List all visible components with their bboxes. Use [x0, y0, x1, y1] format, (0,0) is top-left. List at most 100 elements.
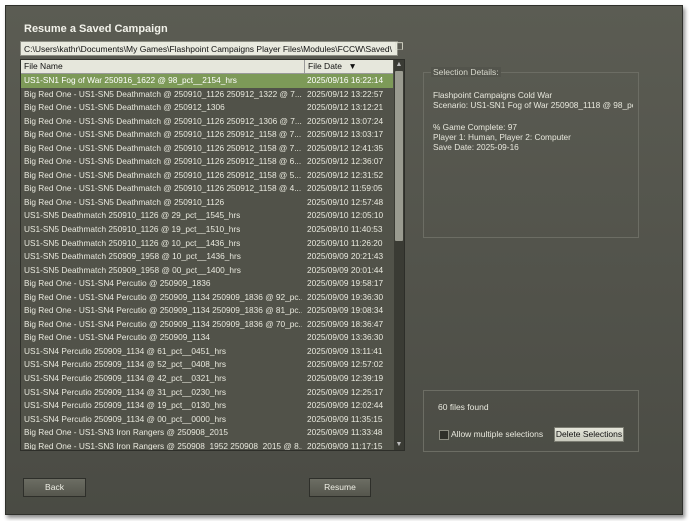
row-file-name: US1-SN4 Percutio 250909_1134 @ 61_pct__0… — [24, 345, 227, 356]
scroll-up-icon[interactable]: ▲ — [394, 60, 404, 70]
row-file-date: 2025/09/09 19:36:30 — [307, 291, 384, 302]
table-row[interactable]: Big Red One - US1-SN5 Deathmatch @ 25091… — [21, 142, 393, 156]
saved-files-list[interactable]: File Name File Date ▼ US1-SN1 Fog of War… — [20, 59, 405, 451]
selection-detail-line: Flashpoint Campaigns Cold War — [433, 90, 553, 100]
table-row[interactable]: US1-SN4 Percutio 250909_1134 @ 61_pct__0… — [21, 345, 393, 359]
row-file-date: 2025/09/09 12:39:19 — [307, 373, 384, 384]
row-file-name: Big Red One - US1-SN3 Iron Rangers @ 250… — [24, 427, 228, 438]
row-file-date: 2025/09/12 12:41:35 — [307, 142, 384, 153]
table-row[interactable]: US1-SN5 Deathmatch 250909_1958 @ 00_pct_… — [21, 264, 393, 278]
table-row[interactable]: US1-SN1 Fog of War 250916_1622 @ 98_pct_… — [21, 74, 393, 88]
row-file-name: Big Red One - US1-SN5 Deathmatch @ 25091… — [24, 102, 225, 113]
table-row[interactable]: Big Red One - US1-SN4 Percutio @ 250909_… — [21, 318, 393, 332]
row-file-name: Big Red One - US1-SN5 Deathmatch @ 25091… — [24, 142, 302, 153]
row-file-date: 2025/09/09 19:58:17 — [307, 278, 384, 289]
files-found-panel — [423, 390, 639, 452]
row-file-name: Big Red One - US1-SN5 Deathmatch @ 25091… — [24, 156, 302, 167]
table-row[interactable]: US1-SN5 Deathmatch 250910_1126 @ 19_pct_… — [21, 223, 393, 237]
row-file-date: 2025/09/12 12:31:52 — [307, 169, 384, 180]
row-file-name: Big Red One - US1-SN4 Percutio @ 250909_… — [24, 278, 211, 289]
row-file-date: 2025/09/16 16:22:14 — [307, 75, 384, 85]
row-file-name: US1-SN5 Deathmatch 250909_1958 @ 10_pct_… — [24, 251, 241, 262]
delete-selections-button[interactable]: Delete Selections — [554, 427, 624, 442]
selection-detail-line: Player 1: Human, Player 2: Computer — [433, 132, 571, 142]
list-scrollbar[interactable]: ▲ ▼ — [394, 60, 404, 450]
row-file-name: Big Red One - US1-SN3 Iron Rangers @ 250… — [24, 440, 302, 451]
selection-detail-line: Save Date: 2025-09-16 — [433, 142, 519, 152]
row-file-name: US1-SN5 Deathmatch 250910_1126 @ 10_pct_… — [24, 237, 241, 248]
row-file-name: US1-SN5 Deathmatch 250910_1126 @ 19_pct_… — [24, 224, 241, 235]
table-row[interactable]: US1-SN4 Percutio 250909_1134 @ 00_pct__0… — [21, 413, 393, 427]
row-file-name: Big Red One - US1-SN4 Percutio @ 250909_… — [24, 305, 302, 316]
row-file-date: 2025/09/12 13:03:17 — [307, 129, 384, 140]
allow-multiple-label[interactable]: Allow multiple selections — [451, 429, 543, 439]
row-file-name: US1-SN4 Percutio 250909_1134 @ 52_pct__0… — [24, 359, 227, 370]
sort-down-icon: ▼ — [348, 61, 357, 71]
row-file-date: 2025/09/09 20:21:43 — [307, 251, 384, 262]
scroll-down-icon[interactable]: ▼ — [394, 440, 404, 450]
table-row[interactable]: Big Red One - US1-SN5 Deathmatch @ 25091… — [21, 182, 393, 196]
list-rows: US1-SN1 Fog of War 250916_1622 @ 98_pct_… — [21, 74, 393, 451]
row-file-name: Big Red One - US1-SN5 Deathmatch @ 25091… — [24, 169, 302, 180]
header-divider — [304, 60, 305, 73]
table-row[interactable]: US1-SN4 Percutio 250909_1134 @ 31_pct__0… — [21, 386, 393, 400]
table-row[interactable]: Big Red One - US1-SN5 Deathmatch @ 25091… — [21, 115, 393, 129]
table-row[interactable]: Big Red One - US1-SN4 Percutio @ 250909_… — [21, 291, 393, 305]
back-button[interactable]: Back — [23, 478, 86, 497]
table-row[interactable]: US1-SN5 Deathmatch 250909_1958 @ 10_pct_… — [21, 250, 393, 264]
row-file-name: Big Red One - US1-SN5 Deathmatch @ 25091… — [24, 196, 225, 207]
row-file-date: 2025/09/09 19:08:34 — [307, 305, 384, 316]
folder-icon[interactable]: ❐ — [393, 41, 405, 55]
table-row[interactable]: Big Red One - US1-SN5 Deathmatch @ 25091… — [21, 101, 393, 115]
header-file-date[interactable]: File Date ▼ — [308, 61, 357, 71]
row-file-name: US1-SN4 Percutio 250909_1134 @ 42_pct__0… — [24, 373, 227, 384]
table-row[interactable]: Big Red One - US1-SN4 Percutio @ 250909_… — [21, 304, 393, 318]
scroll-thumb[interactable] — [395, 71, 403, 241]
row-file-name: US1-SN5 Deathmatch 250909_1958 @ 00_pct_… — [24, 264, 241, 275]
row-file-date: 2025/09/10 11:26:20 — [307, 237, 383, 248]
row-file-date: 2025/09/12 13:22:57 — [307, 88, 384, 99]
row-file-date: 2025/09/09 18:36:47 — [307, 318, 384, 329]
row-file-date: 2025/09/09 12:02:44 — [307, 400, 384, 411]
files-found-count: 60 files found — [438, 402, 489, 412]
row-file-name: US1-SN1 Fog of War 250916_1622 @ 98_pct_… — [24, 75, 237, 85]
table-row[interactable]: Big Red One - US1-SN5 Deathmatch @ 25091… — [21, 88, 393, 102]
table-row[interactable]: Big Red One - US1-SN3 Iron Rangers @ 250… — [21, 426, 393, 440]
table-row[interactable]: Big Red One - US1-SN3 Iron Rangers @ 250… — [21, 440, 393, 451]
resume-button[interactable]: Resume — [309, 478, 371, 497]
row-file-date: 2025/09/09 13:11:41 — [307, 345, 383, 356]
folder-path-field[interactable]: C:\Users\kathr\Documents\My Games\Flashp… — [20, 41, 398, 56]
table-row[interactable]: Big Red One - US1-SN5 Deathmatch @ 25091… — [21, 169, 393, 183]
dialog-title: Resume a Saved Campaign — [24, 23, 168, 35]
row-file-name: Big Red One - US1-SN5 Deathmatch @ 25091… — [24, 115, 302, 126]
table-row[interactable]: Big Red One - US1-SN5 Deathmatch @ 25091… — [21, 196, 393, 210]
row-file-name: US1-SN5 Deathmatch 250910_1126 @ 29_pct_… — [24, 210, 241, 221]
table-row[interactable]: US1-SN5 Deathmatch 250910_1126 @ 29_pct_… — [21, 209, 393, 223]
row-file-date: 2025/09/12 11:59:05 — [307, 183, 383, 194]
row-file-date: 2025/09/12 13:07:24 — [307, 115, 384, 126]
table-row[interactable]: Big Red One - US1-SN5 Deathmatch @ 25091… — [21, 128, 393, 142]
allow-multiple-checkbox[interactable] — [439, 430, 449, 440]
table-row[interactable]: Big Red One - US1-SN5 Deathmatch @ 25091… — [21, 155, 393, 169]
table-row[interactable]: Big Red One - US1-SN4 Percutio @ 250909_… — [21, 331, 393, 345]
row-file-name: Big Red One - US1-SN5 Deathmatch @ 25091… — [24, 88, 302, 99]
row-file-date: 2025/09/10 12:57:48 — [307, 196, 384, 207]
row-file-name: Big Red One - US1-SN4 Percutio @ 250909_… — [24, 291, 302, 302]
row-file-date: 2025/09/09 20:01:44 — [307, 264, 384, 275]
row-file-date: 2025/09/09 11:33:48 — [307, 427, 383, 438]
selection-details-legend: Selection Details: — [431, 67, 501, 77]
header-file-name[interactable]: File Name — [24, 61, 63, 71]
table-row[interactable]: US1-SN5 Deathmatch 250910_1126 @ 10_pct_… — [21, 237, 393, 251]
row-file-date: 2025/09/09 12:57:02 — [307, 359, 384, 370]
table-row[interactable]: US1-SN4 Percutio 250909_1134 @ 42_pct__0… — [21, 372, 393, 386]
row-file-name: Big Red One - US1-SN4 Percutio @ 250909_… — [24, 318, 302, 329]
list-header: File Name File Date ▼ — [21, 60, 393, 74]
table-row[interactable]: US1-SN4 Percutio 250909_1134 @ 19_pct__0… — [21, 399, 393, 413]
row-file-name: US1-SN4 Percutio 250909_1134 @ 00_pct__0… — [24, 413, 227, 424]
row-file-date: 2025/09/10 11:40:53 — [307, 224, 383, 235]
table-row[interactable]: US1-SN4 Percutio 250909_1134 @ 52_pct__0… — [21, 358, 393, 372]
row-file-name: Big Red One - US1-SN5 Deathmatch @ 25091… — [24, 129, 302, 140]
row-file-date: 2025/09/09 12:25:17 — [307, 386, 384, 397]
table-row[interactable]: Big Red One - US1-SN4 Percutio @ 250909_… — [21, 277, 393, 291]
row-file-name: Big Red One - US1-SN4 Percutio @ 250909_… — [24, 332, 210, 343]
